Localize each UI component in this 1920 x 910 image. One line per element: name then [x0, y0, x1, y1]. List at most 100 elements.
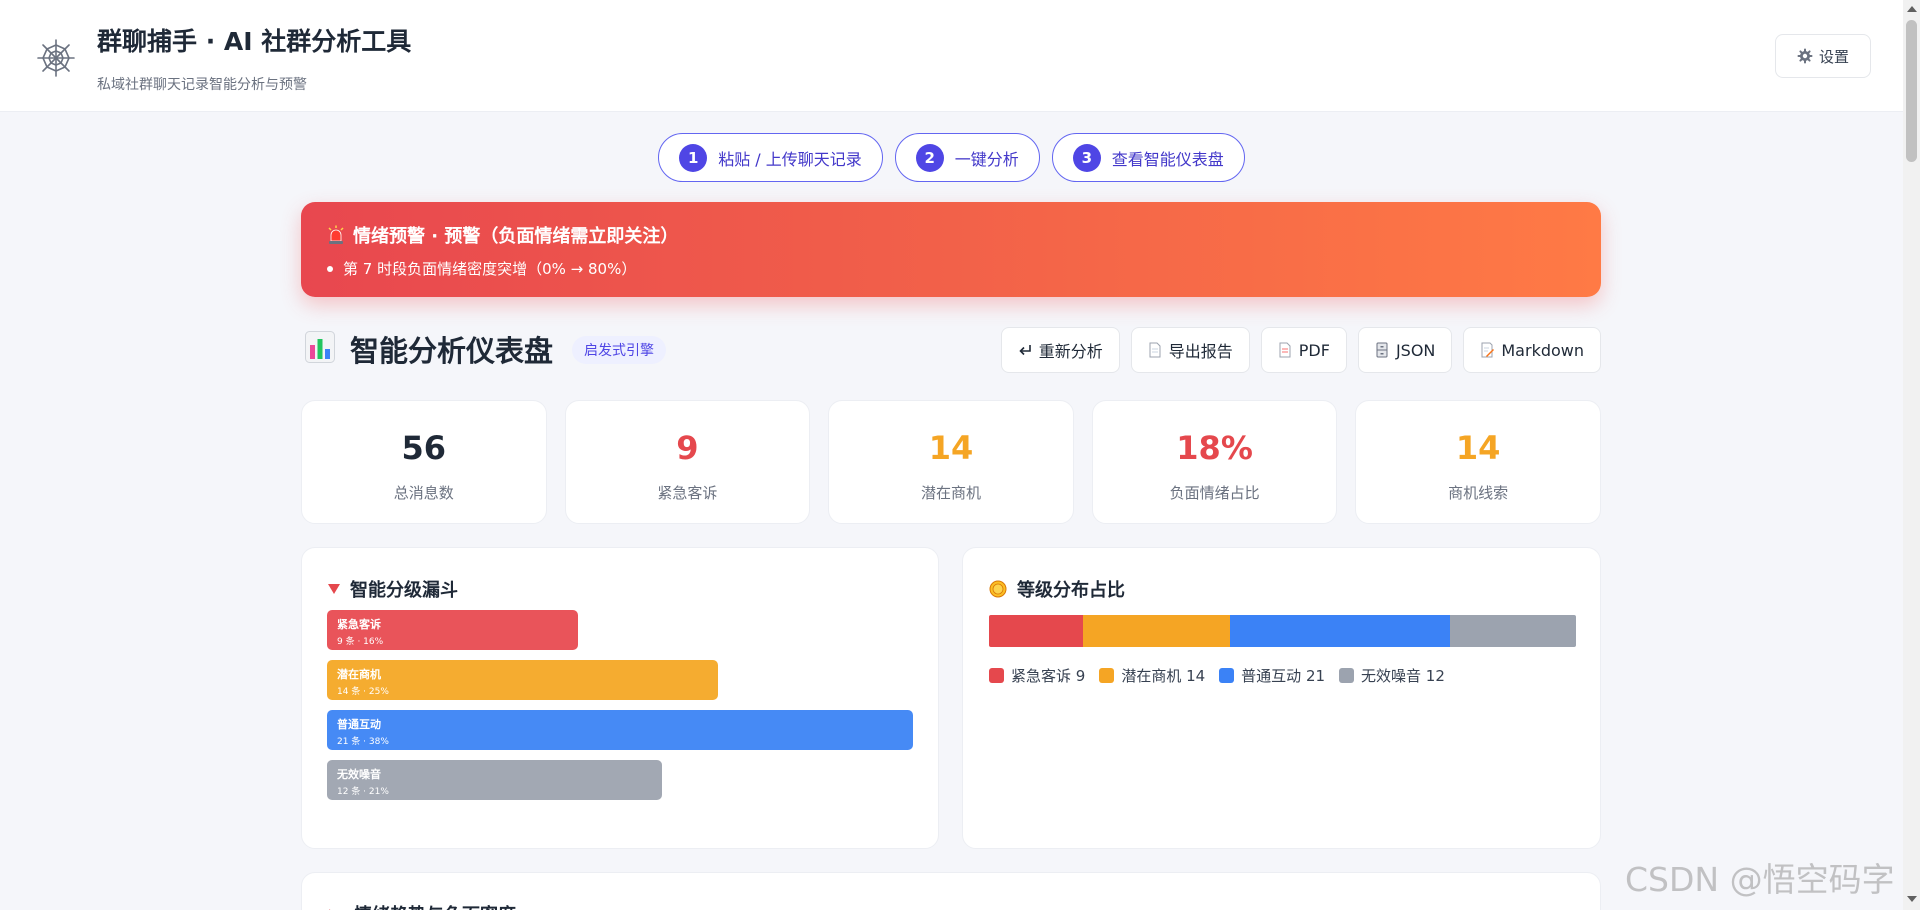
stat-label: 商机线索: [1448, 484, 1509, 502]
spider-web-icon: [37, 39, 75, 77]
legend-swatch: [1099, 668, 1115, 683]
gear-icon: [1797, 48, 1813, 64]
siren-icon: [328, 225, 344, 244]
page-scrollbar[interactable]: [1903, 0, 1920, 910]
funnel-bar-meta: 9 条 · 16%: [337, 637, 384, 647]
step-dashboard[interactable]: 3 查看智能仪表盘: [1051, 133, 1245, 182]
step-label: 一键分析: [954, 149, 1019, 169]
stat-card-potential-opportunities: 14 潜在商机: [828, 400, 1074, 524]
funnel-bar-meta: 21 条 · 38%: [337, 737, 389, 747]
distribution-panel: 等级分布占比 紧急客诉 9 潜在商机 14 普通互动 21 无效噪音 12: [962, 547, 1601, 849]
reanalyze-label: 重新分析: [1038, 342, 1103, 361]
distribution-title-text: 等级分布占比: [1017, 580, 1125, 601]
legend-item: 普通互动 21: [1219, 665, 1325, 686]
app-subtitle: 私域社群聊天记录智能分析与预警: [97, 77, 307, 93]
legend-item: 紧急客诉 9: [989, 665, 1085, 686]
distribution-bar: [989, 615, 1576, 647]
stat-label: 负面情绪占比: [1169, 484, 1260, 502]
stat-cards: 56 总消息数 9 紧急客诉 14 潜在商机 18% 负面情绪占比 14 商机线…: [301, 400, 1601, 524]
dashboard-toolbar: 重新分析 导出报告 PDF JSON Markdown: [1000, 327, 1601, 373]
distribution-title: 等级分布占比: [989, 576, 1125, 602]
engine-tag: 启发式引擎: [572, 336, 666, 364]
funnel-bar: 无效噪音 12 条 · 21%: [327, 760, 662, 800]
stat-card-negative-ratio: 18% 负面情绪占比: [1091, 400, 1338, 524]
return-arrow-icon: [1019, 345, 1031, 356]
settings-button[interactable]: 设置: [1775, 34, 1871, 78]
settings-label: 设置: [1818, 47, 1849, 66]
step-paste-upload[interactable]: 1 粘贴 / 上传聊天记录: [658, 133, 883, 182]
stat-card-urgent-complaints: 9 紧急客诉: [564, 400, 811, 524]
stat-label: 潜在商机: [920, 484, 981, 502]
alert-item-text: 第 7 时段负面情绪密度突增（0% → 80%）: [343, 260, 637, 278]
distribution-segment: [1450, 615, 1576, 647]
stat-label: 紧急客诉: [657, 484, 718, 502]
app-title: 群聊捕手 · AI 社群分析工具: [97, 27, 412, 56]
watermark: CSDN @悟空码字: [1625, 860, 1895, 899]
stat-value: 9: [676, 429, 699, 467]
trend-panel: 情绪趋势与负面密度: [301, 872, 1601, 910]
trend-title: 情绪趋势与负面密度: [328, 901, 516, 910]
step-number: 2: [915, 143, 944, 172]
stat-value: 14: [928, 429, 974, 467]
stat-card-total-messages: 56 总消息数: [301, 400, 547, 524]
pdf-label: PDF: [1298, 340, 1330, 360]
funnel-bar-name: 普通互动: [337, 718, 381, 731]
legend-swatch: [1339, 668, 1355, 683]
alert-title: 情绪预警 · 预警（负面情绪需立即关注）: [327, 222, 678, 248]
stat-card-business-leads: 14 商机线索: [1355, 400, 1601, 524]
json-button[interactable]: JSON: [1357, 327, 1453, 373]
bar-chart-icon: [305, 331, 335, 363]
bullet-icon: [327, 265, 333, 272]
step-analyze[interactable]: 2 一键分析: [894, 133, 1040, 182]
trend-title-text: 情绪趋势与负面密度: [354, 901, 516, 910]
markdown-label: Markdown: [1501, 340, 1584, 360]
trend-line-icon: [329, 909, 331, 910]
alert-item: 第 7 时段负面情绪密度突增（0% → 80%）: [327, 258, 636, 279]
step-label: 粘贴 / 上传聊天记录: [718, 149, 862, 169]
emotion-alert-banner: 情绪预警 · 预警（负面情绪需立即关注） 第 7 时段负面情绪密度突增（0% →…: [301, 202, 1601, 297]
triangle-down-icon: [328, 584, 340, 594]
funnel-title: 智能分级漏斗: [328, 576, 458, 602]
scrollbar-thumb[interactable]: [1906, 20, 1917, 162]
alert-title-text: 情绪预警 · 预警（负面情绪需立即关注）: [353, 226, 679, 247]
export-report-label: 导出报告: [1168, 342, 1233, 361]
legend-item: 潜在商机 14: [1099, 665, 1205, 686]
funnel-bar-name: 紧急客诉: [337, 618, 381, 631]
funnel-bar-name: 潜在商机: [337, 668, 381, 681]
funnel-bar: 普通互动 21 条 · 38%: [327, 710, 913, 750]
legend-label: 普通互动 21: [1241, 667, 1326, 685]
distribution-segment: [1230, 615, 1451, 647]
legend-swatch: [989, 668, 1004, 683]
file-cabinet-icon: [1376, 342, 1388, 358]
pdf-button[interactable]: PDF: [1260, 327, 1347, 373]
step-number: 1: [679, 143, 708, 172]
scroll-up-arrow-icon[interactable]: [1907, 6, 1917, 12]
memo-icon: [1481, 342, 1495, 358]
legend-label: 潜在商机 14: [1121, 667, 1206, 685]
markdown-button[interactable]: Markdown: [1463, 327, 1601, 373]
step-label: 查看智能仪表盘: [1111, 149, 1224, 169]
stat-value: 14: [1455, 429, 1501, 467]
json-label: JSON: [1395, 340, 1436, 360]
scroll-down-arrow-icon[interactable]: [1907, 896, 1917, 902]
dashboard-header: 智能分析仪表盘 启发式引擎 重新分析 导出报告 PDF JSON Markdow…: [301, 326, 1601, 374]
stat-value: 56: [401, 429, 447, 467]
distribution-legend: 紧急客诉 9 潜在商机 14 普通互动 21 无效噪音 12: [989, 665, 1445, 686]
funnel-title-text: 智能分级漏斗: [350, 580, 458, 601]
reanalyze-button[interactable]: 重新分析: [1000, 327, 1120, 373]
step-number: 3: [1072, 143, 1101, 172]
funnel-bar-meta: 12 条 · 21%: [337, 787, 389, 797]
funnel-bar: 潜在商机 14 条 · 25%: [327, 660, 718, 700]
stat-value: 18%: [1176, 429, 1253, 467]
legend-item: 无效噪音 12: [1339, 665, 1445, 686]
document-icon: [1149, 342, 1161, 358]
app-header: 群聊捕手 · AI 社群分析工具 私域社群聊天记录智能分析与预警 设置: [0, 0, 1903, 112]
legend-label: 紧急客诉 9: [1011, 667, 1086, 685]
step-navigation: 1 粘贴 / 上传聊天记录 2 一键分析 3 查看智能仪表盘: [0, 133, 1903, 182]
funnel-panel: 智能分级漏斗 紧急客诉 9 条 · 16% 潜在商机 14 条 · 25% 普通互动 21…: [301, 547, 939, 849]
export-report-button[interactable]: 导出报告: [1130, 327, 1250, 373]
pdf-file-icon: [1279, 342, 1291, 358]
distribution-segment: [1083, 615, 1231, 647]
coin-icon: [989, 580, 1007, 598]
legend-label: 无效噪音 12: [1361, 667, 1445, 685]
